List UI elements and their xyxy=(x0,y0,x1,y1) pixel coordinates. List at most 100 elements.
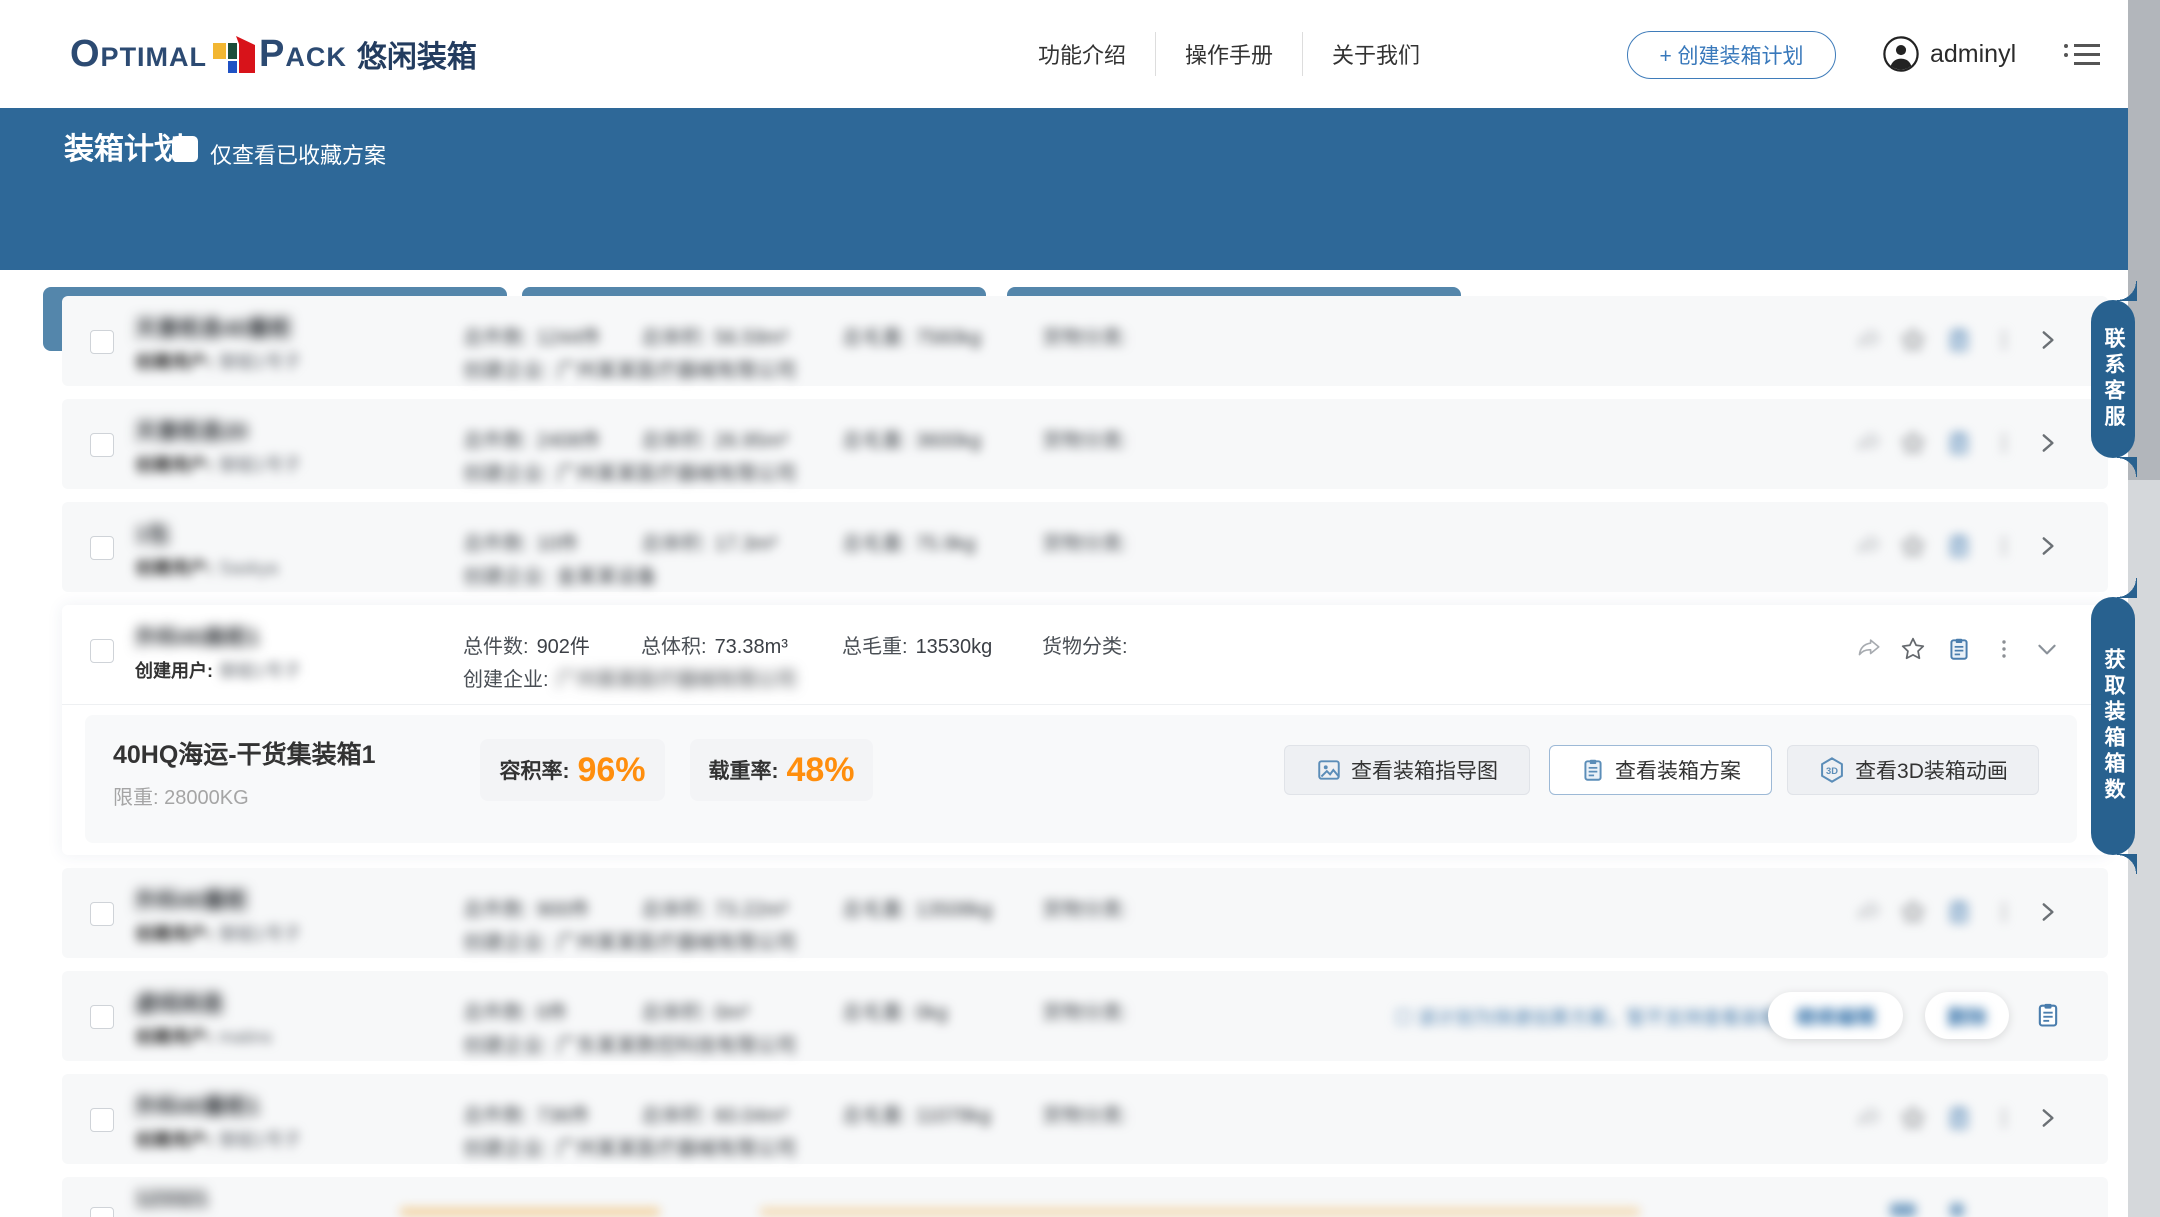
plan-row[interactable]: 外科40重柜1 创建用户:御姐1号子 总件数:736件 总体积:60.04m³ … xyxy=(62,1074,2108,1164)
logo-text-optimal: Optimal xyxy=(70,33,207,76)
plan-creator: 创建用户:Saskya xyxy=(135,554,278,580)
nav-item-about[interactable]: 关于我们 xyxy=(1302,32,1449,76)
plan-row[interactable]: 虚线尚造 创建用户:matins 总件数:0件 总体积:0m³ 总毛重:0kg … xyxy=(62,971,2108,1061)
share-icon[interactable] xyxy=(1856,1105,1882,1131)
plan-row[interactable]: 1包 创建用户:Saskya 总件数:10件 总体积:17.3m³ 总毛重:75… xyxy=(62,502,2108,592)
share-icon[interactable] xyxy=(1856,636,1882,662)
blurred-content-hint xyxy=(1950,1203,1964,1217)
view-guide-image-button[interactable]: 查看装箱指导图 xyxy=(1284,745,1530,795)
row-checkbox[interactable] xyxy=(90,902,114,926)
plan-name: 天意柜息20 xyxy=(135,414,247,446)
share-icon[interactable] xyxy=(1856,899,1882,925)
plan-name: 外科40高柜1 xyxy=(135,620,260,652)
plan-creator: 创建用户:御姐1号子 xyxy=(135,920,301,946)
share-icon[interactable] xyxy=(1856,533,1882,559)
plan-row[interactable]: 天意柜息20 创建用户:御姐1号子 总件数:2408件 总体积:26.95m³ … xyxy=(62,399,2108,489)
image-icon xyxy=(1316,757,1342,783)
page-title: 装箱计划 xyxy=(64,124,184,168)
blurred-content-hint xyxy=(400,1207,660,1217)
plan-row[interactable]: 123321 xyxy=(62,1177,2108,1217)
container-name: 40HQ海运-干货集装箱1 xyxy=(113,735,376,771)
favorite-star-icon[interactable] xyxy=(1900,430,1926,456)
favorite-star-icon[interactable] xyxy=(1900,327,1926,353)
delete-plan-button[interactable]: 删除 xyxy=(1925,992,2009,1039)
divider xyxy=(62,704,2108,705)
expand-chevron-right-icon[interactable] xyxy=(2034,533,2060,559)
expand-chevron-right-icon[interactable] xyxy=(2034,899,2060,925)
favorite-star-icon[interactable] xyxy=(1900,899,1926,925)
expand-chevron-right-icon[interactable] xyxy=(2034,1105,2060,1131)
load-rate-value: 48% xyxy=(786,751,854,790)
weight-limit: 限重: 28000KG xyxy=(113,781,249,810)
expand-chevron-right-icon[interactable] xyxy=(2034,430,2060,456)
share-icon[interactable] xyxy=(1856,430,1882,456)
blurred-content-hint xyxy=(1890,1203,1916,1217)
row-checkbox[interactable] xyxy=(90,1207,114,1217)
favorites-only-checkbox[interactable] xyxy=(172,136,198,162)
get-box-count-tab[interactable]: 获取装箱箱数 xyxy=(2091,597,2135,855)
logo-text-pack: Pack xyxy=(259,33,347,76)
row-checkbox[interactable] xyxy=(90,536,114,560)
total-weight: 总毛重:13530kg xyxy=(842,630,992,659)
plan-name: 123321 xyxy=(135,1186,208,1212)
plan-creator: 创建用户:matins xyxy=(135,1023,272,1049)
cargo-category: 货物分类: xyxy=(1042,630,1136,659)
more-options-icon[interactable] xyxy=(1998,636,2010,662)
copy-plan-icon[interactable] xyxy=(1946,899,1972,925)
plan-name: 虚线尚造 xyxy=(135,986,223,1018)
volume-rate-stat: 容积率: 96% xyxy=(480,739,665,801)
svg-text:3D: 3D xyxy=(1826,766,1838,776)
row-checkbox[interactable] xyxy=(90,639,114,663)
share-icon[interactable] xyxy=(1856,327,1882,353)
copy-plan-icon[interactable] xyxy=(1946,533,1972,559)
row-checkbox[interactable] xyxy=(90,330,114,354)
document-icon xyxy=(1580,757,1606,783)
more-options-icon[interactable] xyxy=(1998,327,2010,353)
plan-row-expanded[interactable]: 外科40高柜1 创建用户:御姐1号子 总件数:902件 总体积:73.38m³ … xyxy=(62,605,2108,855)
copy-plan-icon[interactable] xyxy=(1946,636,1972,662)
avatar-icon xyxy=(1882,35,1920,73)
filter-panel: 装箱计划 仅查看已收藏方案 装箱计划名称: 创建用户: 创建企业: 查询 删除 … xyxy=(0,108,2160,270)
row-checkbox[interactable] xyxy=(90,1005,114,1029)
copy-plan-icon[interactable] xyxy=(2034,1001,2062,1029)
logo-box-icon xyxy=(209,30,257,78)
collapse-chevron-down-icon[interactable] xyxy=(2034,636,2060,662)
favorite-star-icon[interactable] xyxy=(1900,533,1926,559)
list-menu-icon[interactable] xyxy=(2064,41,2100,68)
plan-row[interactable]: 外科40重柜 创建用户:御姐1号子 总件数:900件 总体积:73.22m³ 总… xyxy=(62,868,2108,958)
plan-name: 外科40重柜1 xyxy=(135,1089,260,1121)
nav-links: 功能介绍 操作手册 关于我们 xyxy=(1009,0,1449,108)
plan-notice-link[interactable]: ☐ 该计划为快速估算方案，暂不支持查看装箱方案 xyxy=(1395,1003,1816,1030)
more-options-icon[interactable] xyxy=(1998,430,2010,456)
logo-text-cn: 悠闲装箱 xyxy=(357,32,477,76)
plan-creator: 创建用户:御姐1号子 xyxy=(135,348,301,374)
favorite-star-icon[interactable] xyxy=(1900,636,1926,662)
continue-edit-button[interactable]: 继续编辑 xyxy=(1768,992,1903,1039)
row-checkbox[interactable] xyxy=(90,433,114,457)
more-options-icon[interactable] xyxy=(1998,899,2010,925)
plan-creator: 创建用户:御姐1号子 xyxy=(135,657,301,683)
more-options-icon[interactable] xyxy=(1998,533,2010,559)
plan-row[interactable]: 天意柜息40重柜 创建用户:御姐1号子 总件数:1244件 总体积:56.59m… xyxy=(62,296,2108,386)
expand-chevron-right-icon[interactable] xyxy=(2034,327,2060,353)
view-3d-animation-button[interactable]: 3D 查看3D装箱动画 xyxy=(1787,745,2039,795)
row-checkbox[interactable] xyxy=(90,1108,114,1132)
copy-plan-icon[interactable] xyxy=(1946,430,1972,456)
navbar: Optimal Pack 悠闲装箱 功能介绍 操作手册 关于我们 + 创建装箱计… xyxy=(0,0,2160,108)
plan-name: 外科40重柜 xyxy=(135,883,247,915)
contact-support-tab[interactable]: 联系客服 xyxy=(2091,300,2135,458)
favorite-star-icon[interactable] xyxy=(1900,1105,1926,1131)
favorites-only-label: 仅查看已收藏方案 xyxy=(210,138,386,170)
username: adminyl xyxy=(1930,40,2016,69)
copy-plan-icon[interactable] xyxy=(1946,327,1972,353)
nav-item-manual[interactable]: 操作手册 xyxy=(1155,32,1302,76)
plan-creator: 创建用户:御姐1号子 xyxy=(135,451,301,477)
container-plan-card: 40HQ海运-干货集装箱1 限重: 28000KG 容积率: 96% 载重率: … xyxy=(85,715,2077,843)
create-plan-button[interactable]: + 创建装箱计划 xyxy=(1627,31,1836,79)
user-menu[interactable]: adminyl xyxy=(1882,0,2016,108)
view-plan-button[interactable]: 查看装箱方案 xyxy=(1549,745,1772,795)
plan-name: 1包 xyxy=(135,517,169,549)
more-options-icon[interactable] xyxy=(1998,1105,2010,1131)
copy-plan-icon[interactable] xyxy=(1946,1105,1972,1131)
nav-item-features[interactable]: 功能介绍 xyxy=(1009,32,1155,76)
